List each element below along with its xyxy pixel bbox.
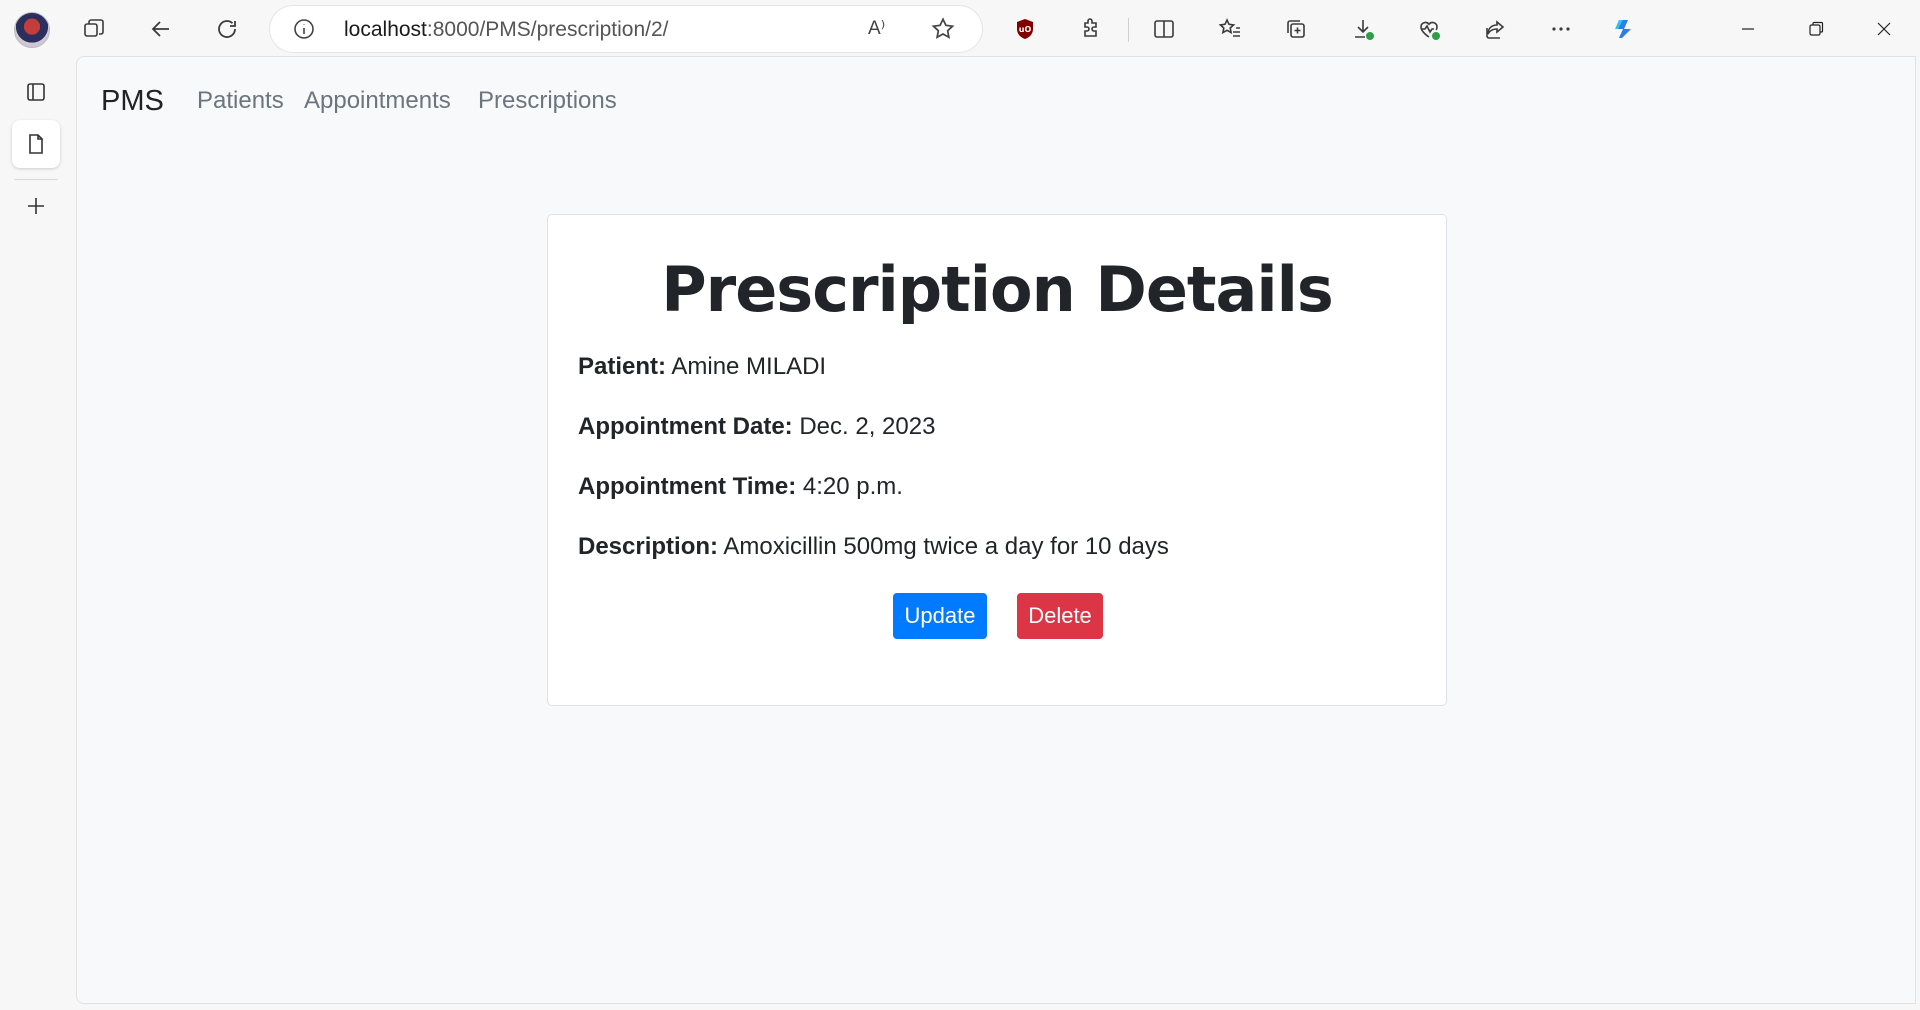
url-text[interactable]: localhost:8000/PMS/prescription/2/ bbox=[344, 18, 669, 42]
nav-link-appointments[interactable]: Appointments bbox=[304, 87, 451, 115]
appointment-date-field: Appointment Date: Dec. 2, 2023 bbox=[578, 413, 935, 441]
workspaces-icon[interactable] bbox=[76, 11, 112, 47]
field-value: 4:20 p.m. bbox=[802, 473, 903, 500]
field-value: Amine MILADI bbox=[671, 353, 827, 380]
collections-icon[interactable] bbox=[1278, 11, 1314, 47]
new-tab-icon[interactable] bbox=[12, 182, 60, 230]
field-value: Amoxicillin 500mg twice a day for 10 day… bbox=[723, 533, 1169, 560]
toolbar-divider bbox=[1128, 18, 1129, 42]
refresh-icon[interactable] bbox=[209, 11, 245, 47]
copilot-icon[interactable] bbox=[1605, 11, 1641, 47]
back-icon[interactable] bbox=[143, 11, 179, 47]
sidebar-divider bbox=[14, 179, 58, 180]
url-path: :8000/PMS/prescription/2/ bbox=[426, 18, 669, 41]
site-navbar: PMS Patients Appointments Prescriptions bbox=[77, 57, 1915, 145]
patient-field: Patient: Amine MILADI bbox=[578, 353, 826, 381]
prescription-card: Prescription Details Patient: Amine MILA… bbox=[547, 214, 1447, 706]
favorites-icon[interactable] bbox=[1212, 11, 1248, 47]
downloads-icon[interactable] bbox=[1345, 11, 1381, 47]
field-label: Appointment Time: bbox=[578, 473, 797, 500]
more-icon[interactable] bbox=[1543, 11, 1579, 47]
extensions-icon[interactable] bbox=[1073, 11, 1109, 47]
favorite-star-icon[interactable] bbox=[930, 16, 956, 42]
read-aloud-icon[interactable]: A⁾ bbox=[868, 17, 896, 41]
delete-button[interactable]: Delete bbox=[1017, 593, 1103, 639]
restore-icon[interactable] bbox=[1794, 11, 1838, 47]
url-host: localhost bbox=[344, 18, 427, 41]
ublock-icon[interactable]: uO bbox=[1007, 11, 1043, 47]
split-screen-icon[interactable] bbox=[1146, 11, 1182, 47]
browser-toolbar: localhost:8000/PMS/prescription/2/ A⁾ uO bbox=[0, 0, 1920, 58]
appointment-time-field: Appointment Time: 4:20 p.m. bbox=[578, 473, 903, 501]
site-info-icon[interactable] bbox=[292, 17, 316, 41]
field-value: Dec. 2, 2023 bbox=[799, 413, 936, 440]
description-field: Description: Amoxicillin 500mg twice a d… bbox=[578, 533, 1169, 561]
nav-link-patients[interactable]: Patients bbox=[197, 87, 284, 115]
page-title: Prescription Details bbox=[661, 253, 1334, 326]
page-viewport: PMS Patients Appointments Prescriptions … bbox=[76, 56, 1916, 1004]
svg-text:uO: uO bbox=[1019, 25, 1032, 34]
vertical-tabs-sidebar bbox=[0, 58, 76, 1010]
address-bar[interactable]: localhost:8000/PMS/prescription/2/ A⁾ bbox=[270, 6, 982, 52]
nav-link-prescriptions[interactable]: Prescriptions bbox=[478, 87, 617, 115]
field-label: Patient: bbox=[578, 353, 667, 380]
page-tab-icon[interactable] bbox=[12, 120, 60, 168]
tab-actions-icon[interactable] bbox=[12, 68, 60, 116]
brand-link[interactable]: PMS bbox=[101, 85, 164, 118]
update-button[interactable]: Update bbox=[893, 593, 987, 639]
field-label: Appointment Date: bbox=[578, 413, 793, 440]
close-icon[interactable] bbox=[1862, 11, 1906, 47]
profile-avatar[interactable] bbox=[14, 12, 50, 48]
field-label: Description: bbox=[578, 533, 719, 560]
browser-essentials-icon[interactable] bbox=[1411, 11, 1447, 47]
share-icon[interactable] bbox=[1477, 11, 1513, 47]
minimize-icon[interactable] bbox=[1726, 11, 1770, 47]
